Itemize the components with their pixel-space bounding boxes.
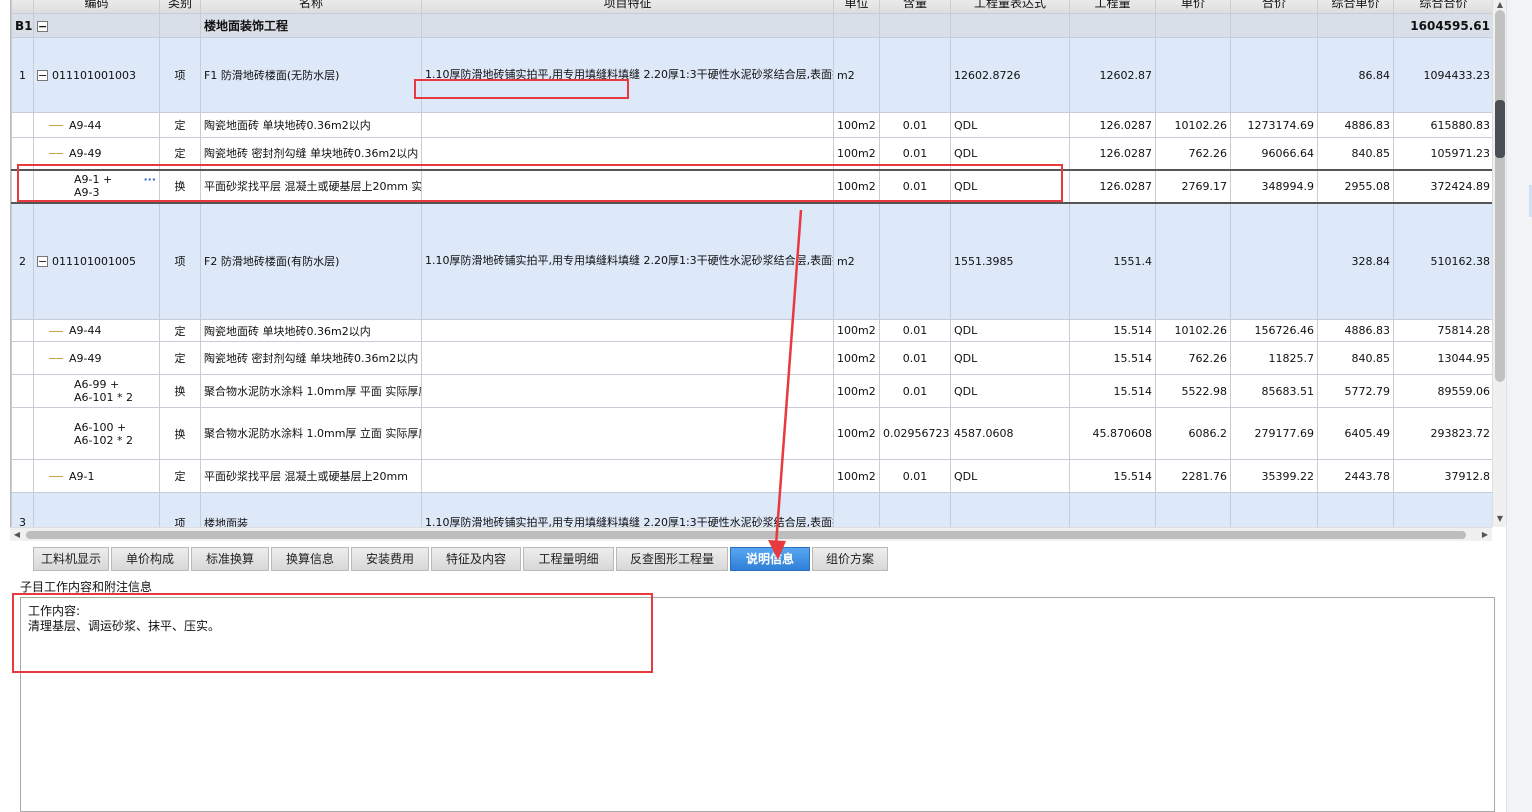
col-type-header[interactable]: 类别 [159, 0, 201, 14]
item-features[interactable]: 1.10厚防滑地砖铺实拍平,用专用填缝料填缝 2.20厚1:3干硬性水泥砂浆结合… [421, 492, 834, 527]
tab-standard-convert[interactable]: 标准换算 [191, 547, 269, 571]
table-row-item-3[interactable]: 3 项 楼地面装 1.10厚防滑地砖铺实拍平,用专用填缝料填缝 2.20厚1:3… [11, 492, 1492, 527]
table-row-selected[interactable]: ··· A9-1 +A9-3 换 平面砂浆找平层 混凝土或硬基层上20mm 实际… [11, 168, 1492, 204]
table-row-item-1[interactable]: 1 −011101001003 项 F1 防滑地砖楼面(无防水层) 1.10厚防… [11, 37, 1492, 113]
col-content-header[interactable]: 含量 [879, 0, 951, 14]
col-total-header[interactable]: 合价 [1230, 0, 1318, 14]
scroll-left-icon[interactable]: ◀ [10, 528, 24, 542]
col-qty-header[interactable]: 工程量 [1069, 0, 1156, 14]
col-expr-header[interactable]: 工程量表达式 [950, 0, 1070, 14]
table-row[interactable]: A6-99 + A6-101 * 2 换 聚合物水泥防水涂料 1.0mm厚 平面 … [11, 374, 1492, 408]
tree-line [49, 153, 63, 155]
section-name: 楼地面装饰工程 [200, 13, 422, 38]
col-comp-price-header[interactable]: 综合单价 [1317, 0, 1394, 14]
work-content-text: 清理基层、调运砂浆、抹平、压实。 [28, 619, 221, 633]
tab-pricing-scheme[interactable]: 组价方案 [812, 547, 888, 571]
table-row[interactable]: A9-44 定 陶瓷地面砖 单块地砖0.36m2以内 100m2 0.01 QD… [11, 112, 1492, 138]
tab-unit-price[interactable]: 单价构成 [111, 547, 189, 571]
tab-qty-detail[interactable]: 工程量明细 [523, 547, 614, 571]
tree-line [49, 476, 63, 477]
section-row[interactable]: B1 − 楼地面装饰工程 1604595.61 [11, 13, 1492, 38]
vertical-scrollbar[interactable]: ▲ ▼ [1492, 0, 1506, 527]
tab-install-fee[interactable]: 安装费用 [351, 547, 429, 571]
col-unit-header[interactable]: 单位 [833, 0, 880, 14]
scroll-right-icon[interactable]: ▶ [1478, 528, 1492, 542]
table-row[interactable]: A9-49 定 陶瓷地砖 密封剂勾缝 单块地砖0.36m2以内 100m2 0.… [11, 341, 1492, 375]
panel-title: 子目工作内容和附注信息 [20, 580, 153, 594]
section-label: B1 [11, 13, 34, 38]
tab-convert-info[interactable]: 换算信息 [271, 547, 349, 571]
collapse-toggle-icon[interactable]: − [37, 70, 48, 81]
table-row[interactable]: A6-100 + A6-102 * 2 换 聚合物水泥防水涂料 1.0mm厚 立面… [11, 407, 1492, 460]
tree-line [49, 125, 63, 126]
table-row[interactable]: A9-44 定 陶瓷地面砖 单块地砖0.36m2以内 100m2 0.01 QD… [11, 319, 1492, 342]
col-features-header[interactable]: 项目特征 [421, 0, 834, 14]
table-row-item-2[interactable]: 2 −011101001005 项 F2 防滑地砖楼面(有防水层) 1.10厚防… [11, 202, 1492, 320]
col-comp-total-header[interactable]: 综合合价 [1393, 0, 1492, 14]
col-price-header[interactable]: 单价 [1155, 0, 1231, 14]
table-row[interactable]: A9-1 定 平面砂浆找平层 混凝土或硬基层上20mm 100m2 0.01 Q… [11, 459, 1492, 493]
col-name-header[interactable]: 名称 [200, 0, 422, 14]
tab-features[interactable]: 特征及内容 [431, 547, 521, 571]
horizontal-scrollbar[interactable]: ◀ ▶ [10, 527, 1492, 541]
scroll-thumb[interactable] [26, 531, 1466, 539]
tab-description[interactable]: 说明信息 [730, 547, 810, 571]
collapse-toggle-icon[interactable]: − [37, 20, 48, 32]
tree-line [49, 330, 63, 332]
more-icon[interactable]: ··· [143, 173, 156, 186]
col-code-header[interactable]: 编码 [33, 0, 160, 14]
right-sidebar [1506, 0, 1532, 812]
item-features[interactable]: 1.10厚防滑地砖铺实拍平,用专用填缝料填缝 2.20厚1:3干硬性水泥砂浆结合… [421, 37, 834, 113]
scroll-down-icon[interactable]: ▼ [1493, 514, 1507, 524]
scroll-thumb[interactable] [1495, 10, 1505, 382]
header-row: 编码 类别 名称 项目特征 单位 含量 工程量表达式 工程量 单价 合价 综合单… [11, 0, 1492, 14]
tab-reverse-graphic[interactable]: 反查图形工程量 [616, 547, 728, 571]
work-content-textarea[interactable]: 工作内容: 清理基层、调运砂浆、抹平、压实。 [20, 597, 1495, 812]
scroll-grip[interactable] [1495, 100, 1505, 158]
collapse-toggle-icon[interactable]: − [37, 256, 48, 268]
col-no-header [11, 0, 34, 14]
table-row[interactable]: A9-49 定 陶瓷地砖 密封剂勾缝 单块地砖0.36m2以内 100m2 0.… [11, 137, 1492, 170]
tab-material[interactable]: 工料机显示 [33, 547, 109, 571]
scroll-up-icon[interactable]: ▲ [1493, 0, 1507, 10]
quantity-table: 编码 类别 名称 项目特征 单位 含量 工程量表达式 工程量 单价 合价 综合单… [11, 0, 1492, 527]
work-content-label: 工作内容: [28, 604, 81, 618]
budget-grid: 编码 类别 名称 项目特征 单位 含量 工程量表达式 工程量 单价 合价 综合单… [10, 0, 1492, 527]
section-total: 1604595.61 [1393, 13, 1492, 38]
tree-line [49, 358, 63, 359]
item-features[interactable]: 1.10厚防滑地砖铺实拍平,用专用填缝料填缝 2.20厚1:3干硬性水泥砂浆结合… [421, 202, 834, 320]
